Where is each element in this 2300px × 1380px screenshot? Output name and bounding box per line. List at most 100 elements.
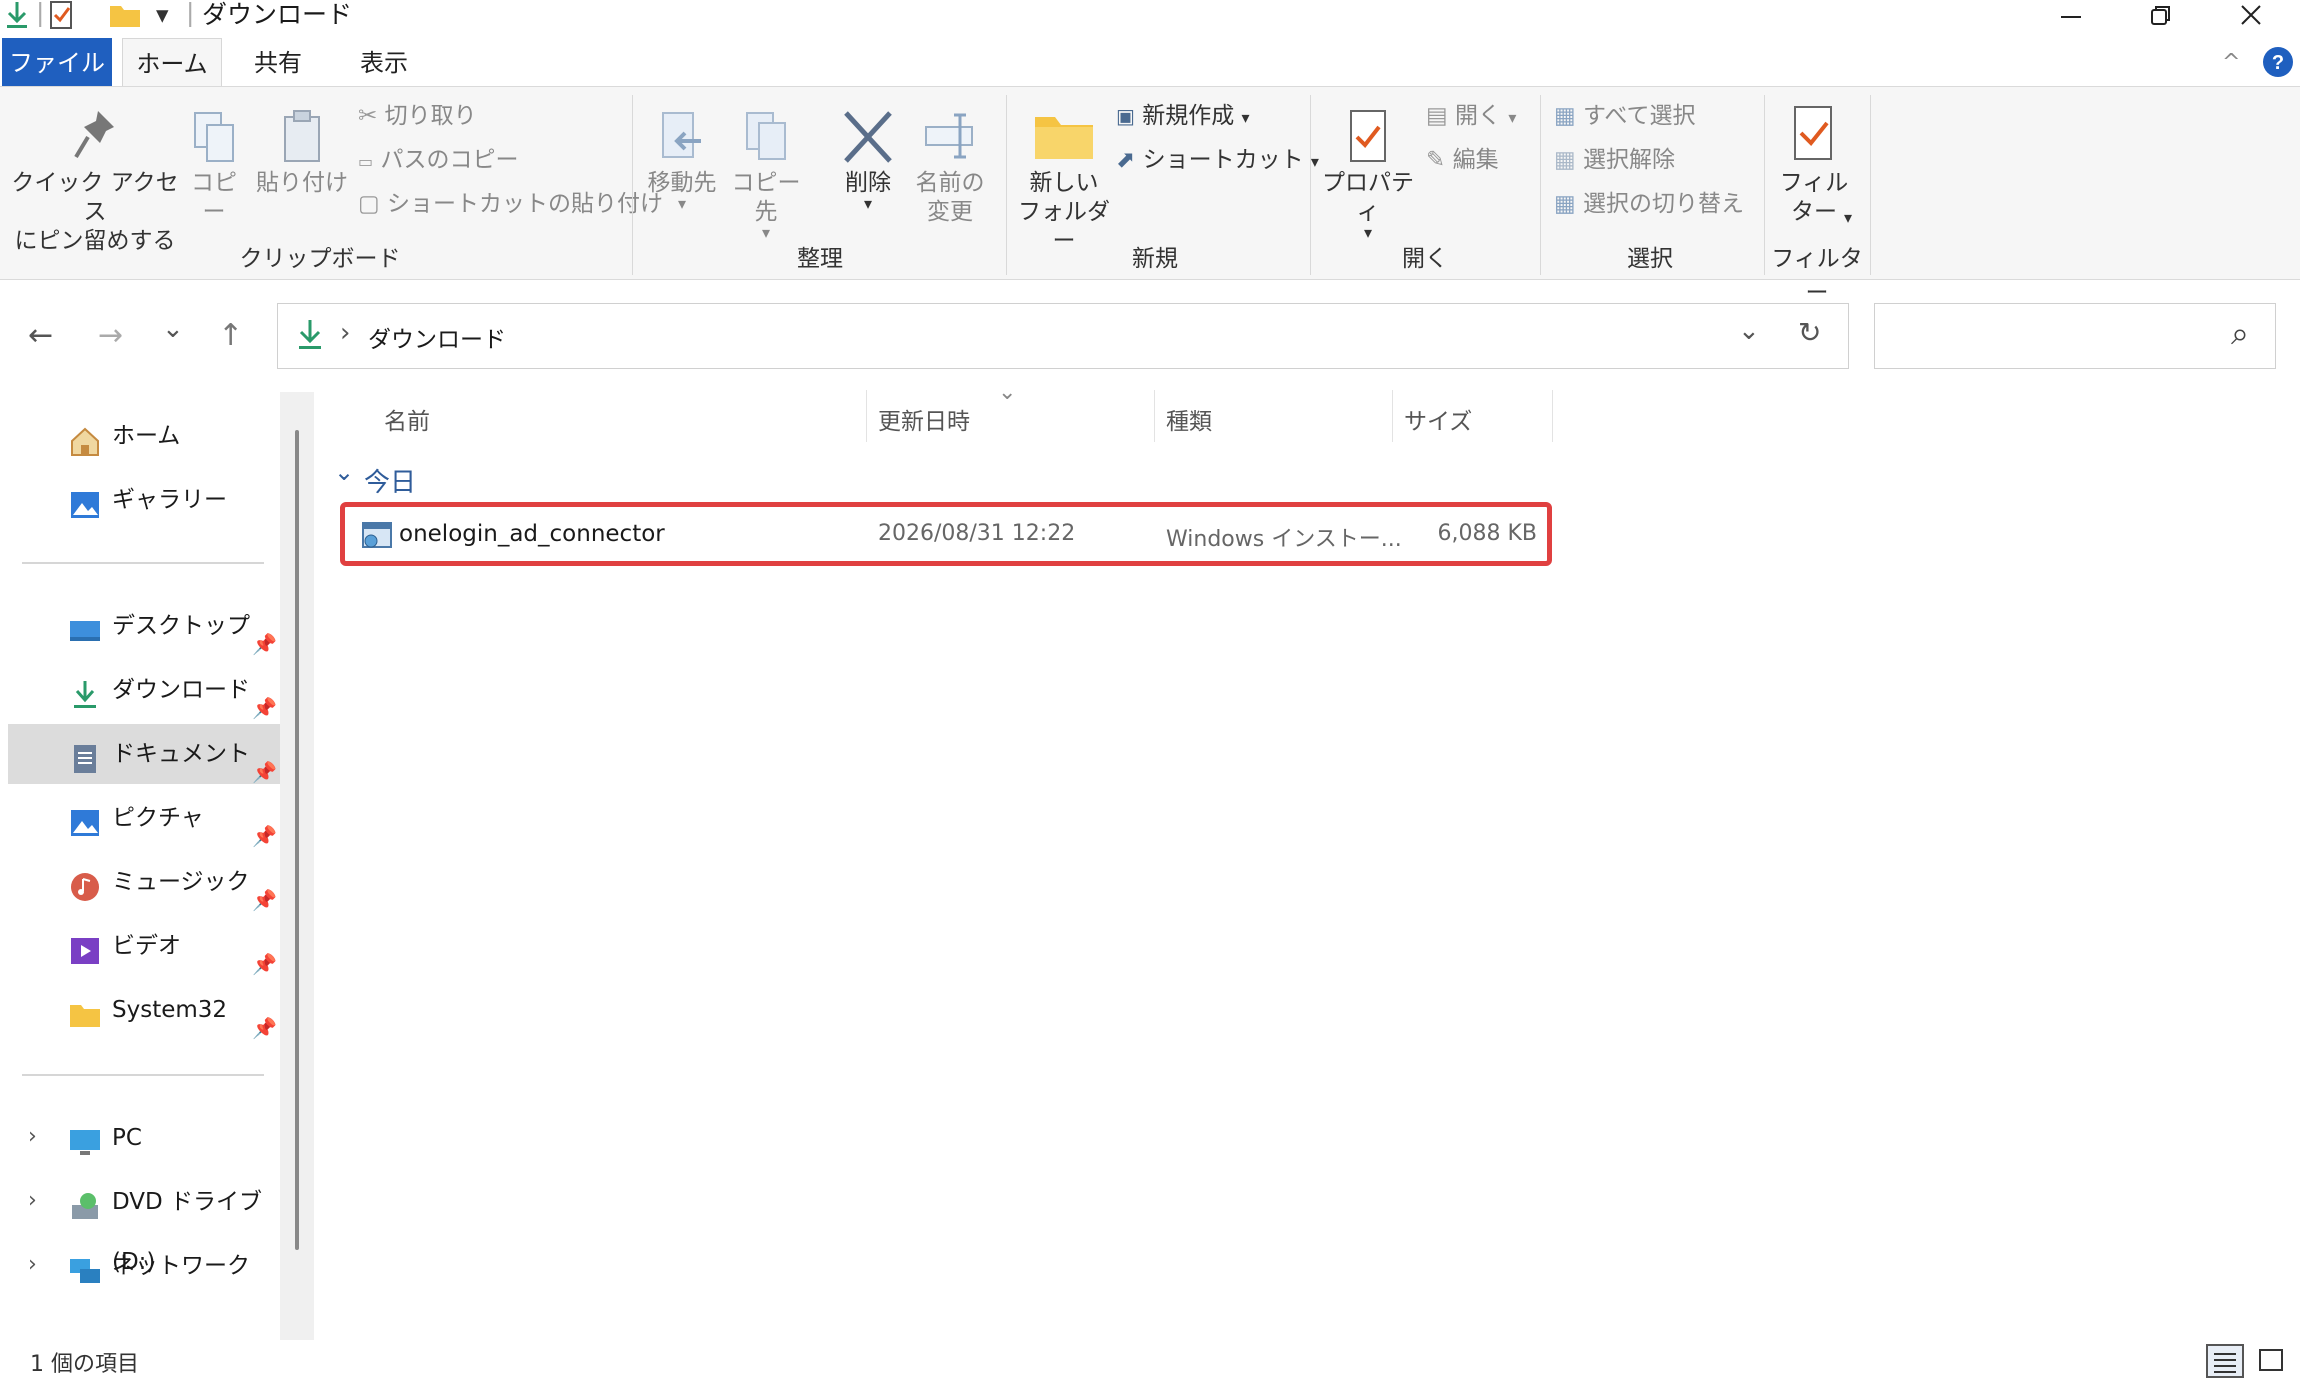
- properties-button[interactable]: プロパティ ▾: [1318, 107, 1418, 241]
- sidebar-item-label: ネットワーク: [112, 1253, 250, 1279]
- sidebar-item-system32[interactable]: System32 📌: [8, 980, 280, 1040]
- details-view-icon: [2214, 1353, 2236, 1373]
- search-box[interactable]: ⌕: [1874, 303, 2276, 369]
- item-count: 1 個の項目: [30, 1352, 139, 1377]
- download-quick-icon[interactable]: [4, 0, 30, 34]
- properties-quick-icon[interactable]: [48, 0, 76, 34]
- up-button[interactable]: ↑: [218, 318, 243, 353]
- sidebar-item-documents[interactable]: ドキュメント 📌: [8, 724, 280, 784]
- group-collapse-chevron[interactable]: ⌄: [334, 458, 354, 486]
- file-name[interactable]: onelogin_ad_connector: [399, 521, 665, 547]
- column-header-size[interactable]: サイズ: [1404, 402, 1472, 436]
- breadcrumb-downloads[interactable]: ダウンロード: [368, 320, 506, 354]
- column-separator[interactable]: [1552, 390, 1553, 442]
- open-dropdown: ▾: [1508, 108, 1517, 127]
- column-header-date[interactable]: 更新日時: [878, 402, 970, 436]
- column-header-name[interactable]: 名前: [384, 402, 430, 436]
- search-icon: ⌕: [2231, 314, 2249, 352]
- sidebar-item-music[interactable]: ミュージック 📌: [8, 852, 280, 912]
- copy-to-icon: [724, 107, 808, 169]
- tab-view[interactable]: 表示: [342, 38, 426, 88]
- group-header-today[interactable]: 今日: [364, 462, 416, 499]
- qa-customize-dropdown[interactable]: ▾: [156, 0, 169, 30]
- sidebar-scrollbar[interactable]: [280, 392, 314, 1342]
- copy-label: コピー: [191, 170, 237, 225]
- sidebar-item-label: ギャラリー: [112, 487, 227, 513]
- large-icons-view-button[interactable]: [2254, 1344, 2292, 1378]
- column-separator[interactable]: [1392, 390, 1393, 442]
- sidebar-item-label: ビデオ: [112, 933, 181, 959]
- cut-button[interactable]: ✂ 切り取り: [358, 101, 477, 131]
- open-icon: ▤: [1426, 103, 1448, 129]
- forward-button[interactable]: →: [98, 318, 123, 353]
- large-icons-view-icon: [2259, 1349, 2283, 1371]
- move-to-button[interactable]: 移動先 ▾: [642, 107, 722, 213]
- paste-shortcut-label: ショートカットの貼り付け: [387, 191, 664, 217]
- video-icon: [68, 930, 102, 964]
- address-bar[interactable]: › ダウンロード ⌄ ↻: [277, 303, 1849, 369]
- paste-shortcut-button[interactable]: ▢ ショートカットの貼り付け: [358, 189, 663, 219]
- sidebar-item-label: ミュージック: [112, 869, 250, 895]
- column-header-type[interactable]: 種類: [1166, 402, 1212, 436]
- sidebar-item-label: ピクチャ: [112, 805, 204, 831]
- details-view-button[interactable]: [2206, 1344, 2244, 1378]
- minimize-button[interactable]: [2026, 0, 2116, 30]
- close-icon: [2241, 5, 2261, 25]
- select-all-icon: ▦: [1554, 103, 1576, 129]
- sidebar-item-label: ホーム: [112, 423, 181, 449]
- pin-icon[interactable]: 📌: [252, 998, 277, 1058]
- open-button[interactable]: ▤ 開く ▾: [1426, 101, 1516, 133]
- column-separator[interactable]: [866, 390, 867, 442]
- back-button[interactable]: ←: [28, 318, 53, 353]
- sidebar-item-pc[interactable]: PC: [8, 1108, 280, 1168]
- shortcut-button[interactable]: ⬈ ショートカット ▾: [1116, 145, 1319, 177]
- sidebar-separator: [22, 562, 264, 564]
- restore-button[interactable]: [2116, 0, 2206, 30]
- filter-dropdown[interactable]: ▾: [1836, 203, 1860, 232]
- sidebar-item-pictures[interactable]: ピクチャ 📌: [8, 788, 280, 848]
- select-none-button[interactable]: ▦ 選択解除: [1554, 145, 1675, 175]
- copy-button[interactable]: コピー: [182, 107, 246, 227]
- paste-button[interactable]: 貼り付け: [256, 107, 348, 198]
- sort-indicator-icon: ⌄: [998, 380, 1017, 405]
- invert-selection-label: 選択の切り替え: [1583, 191, 1745, 217]
- column-separator[interactable]: [1154, 390, 1155, 442]
- delete-icon: [826, 107, 910, 169]
- new-folder-button[interactable]: 新しい フォルダー: [1010, 107, 1118, 256]
- sidebar-item-home[interactable]: ホーム: [8, 406, 280, 466]
- sidebar-item-network[interactable]: ネットワーク: [8, 1236, 280, 1296]
- address-dropdown[interactable]: ⌄: [1738, 316, 1760, 346]
- title-bar: | ▾ | ダウンロード: [0, 0, 2300, 30]
- collapse-ribbon-icon[interactable]: ^: [2222, 50, 2240, 75]
- group-select-label: 選択: [1627, 246, 1673, 272]
- sidebar-item-gallery[interactable]: ギャラリー: [8, 470, 280, 530]
- select-all-button[interactable]: ▦ すべて選択: [1554, 101, 1696, 131]
- filter-icon: [1768, 103, 1860, 169]
- tab-file[interactable]: ファイル: [2, 38, 112, 88]
- table-row[interactable]: onelogin_ad_connector 2026/08/31 12:22 W…: [340, 502, 1552, 566]
- help-icon[interactable]: ?: [2262, 46, 2294, 82]
- sidebar-scrollbar-thumb[interactable]: [295, 430, 299, 1250]
- folder-quick-icon[interactable]: [108, 0, 142, 34]
- recent-locations-button[interactable]: ⌄: [162, 314, 184, 344]
- rename-button[interactable]: 名前の 変更: [912, 107, 988, 227]
- copy-path-button[interactable]: ▭ パスのコピー: [358, 145, 518, 177]
- copy-to-button[interactable]: コピー先 ▾: [724, 107, 808, 241]
- sidebar-item-downloads[interactable]: ダウンロード 📌: [8, 660, 280, 720]
- new-item-button[interactable]: ▣ 新規作成 ▾: [1116, 101, 1250, 133]
- refresh-icon[interactable]: ↻: [1798, 316, 1821, 349]
- file-type: Windows インストー...: [1166, 527, 1402, 552]
- sidebar-item-videos[interactable]: ビデオ 📌: [8, 916, 280, 976]
- tab-home[interactable]: ホーム: [122, 38, 222, 88]
- file-size: 6,088 KB: [1437, 521, 1538, 546]
- tab-share[interactable]: 共有: [236, 38, 320, 88]
- edit-button[interactable]: ✎ 編集: [1426, 145, 1499, 175]
- pin-quick-access-button[interactable]: クイック アクセス にピン留めする: [10, 107, 180, 256]
- close-button[interactable]: [2206, 0, 2296, 30]
- network-icon: [68, 1250, 102, 1283]
- sidebar-item-dvd-drive[interactable]: DVD ドライブ (D:): [8, 1172, 280, 1275]
- sidebar-item-desktop[interactable]: デスクトップ 📌: [8, 596, 280, 656]
- move-to-dropdown: ▾: [677, 194, 687, 213]
- invert-selection-button[interactable]: ▦ 選択の切り替え: [1554, 189, 1744, 219]
- delete-button[interactable]: 削除 ▾: [826, 107, 910, 212]
